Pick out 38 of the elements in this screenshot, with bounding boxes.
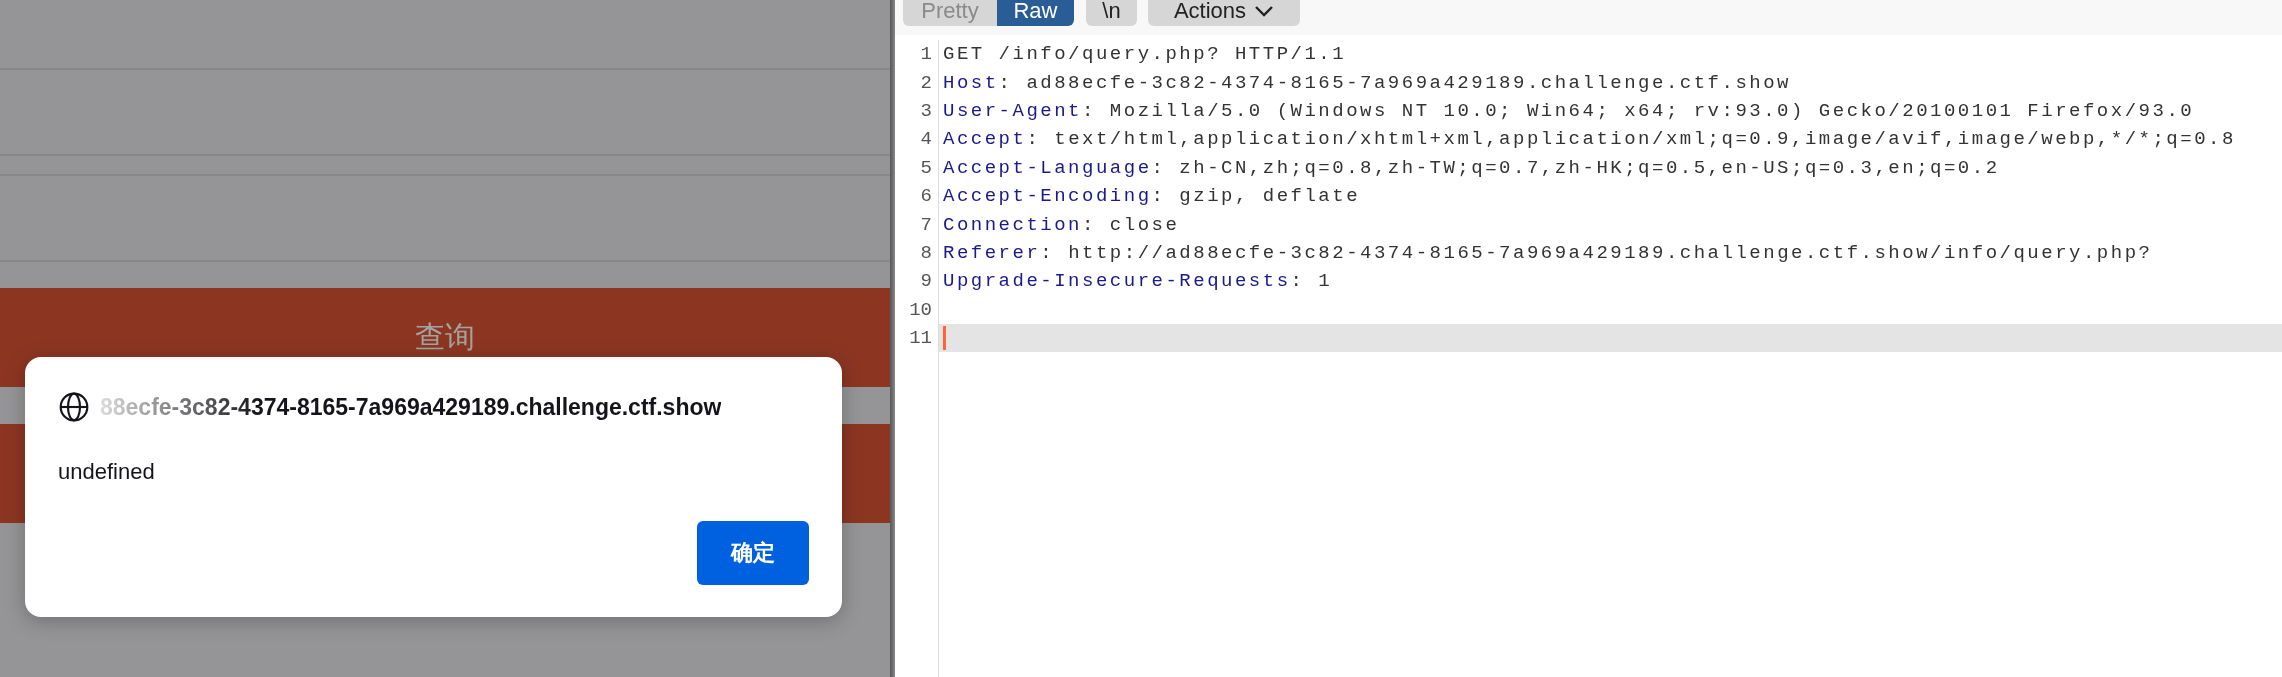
newline-button[interactable]: \n [1086,0,1137,26]
header-name: Referer [943,241,1041,264]
header-name: Host [943,71,999,94]
line-number: 4 [895,125,939,154]
header-name: Accept-Encoding [943,185,1152,208]
text-caret [943,326,946,351]
header-value: : text/html,application/xhtml+xml,application/xml;q=0.9,image/avif,image/webp,*/*;q=0.8 [1026,128,2236,151]
line-number: 10 [895,295,939,324]
header-value: : ad88ecfe-3c82-4374-8165-7a969a429189.challenge.ctf.show [998,71,1791,94]
line-number: 9 [895,267,939,296]
alert-message: undefined [58,459,156,485]
line-number: 3 [895,96,939,126]
header-value: : 1 [1290,270,1333,293]
header-value: : http://ad88ecfe-3c82-4374-8165-7a969a429189.challenge.ctf.show/info/query.php? [1040,241,2153,264]
header-name: Connection [943,213,1083,236]
header-name: Accept [943,128,1027,151]
header-value: : Mozilla/5.0 (Windows NT 10.0; Win64; x64; rv:93.0) Gecko/20100101 Firefox/93.0 [1082,99,2195,122]
header-name: Upgrade-Insecure-Requests [943,270,1291,293]
actions-button[interactable]: Actions [1148,0,1300,26]
input-field[interactable] [0,174,890,262]
chevron-down-icon [1254,5,1275,17]
view-tab[interactable]: Raw [997,0,1074,26]
line-number: 7 [895,210,939,239]
header-value: : zh-CN,zh;q=0.8,zh-TW;q=0.7,zh-HK;q=0.5,en-US;q=0.3,en;q=0.2 [1151,156,2000,179]
header-value: : close [1082,213,1180,236]
line-number: 2 [895,68,939,97]
ok-button[interactable]: 确定 [697,521,809,585]
globe-icon [58,391,90,423]
header-name: User-Agent [943,99,1083,122]
header-name: Accept-Language [943,156,1152,179]
line-number: 6 [895,181,939,211]
alert-origin: 88ecfe-3c82-4374-8165-7a969a429189.challenge.ctf.show [100,393,722,421]
header-value: : gzip, deflate [1151,185,1361,208]
input-field[interactable] [0,68,890,156]
line-number: 5 [895,153,939,182]
header-value: GET /info/query.php? HTTP/1.1 [943,43,1347,66]
line-number: 8 [895,238,939,268]
line-number: 1 [895,40,939,69]
